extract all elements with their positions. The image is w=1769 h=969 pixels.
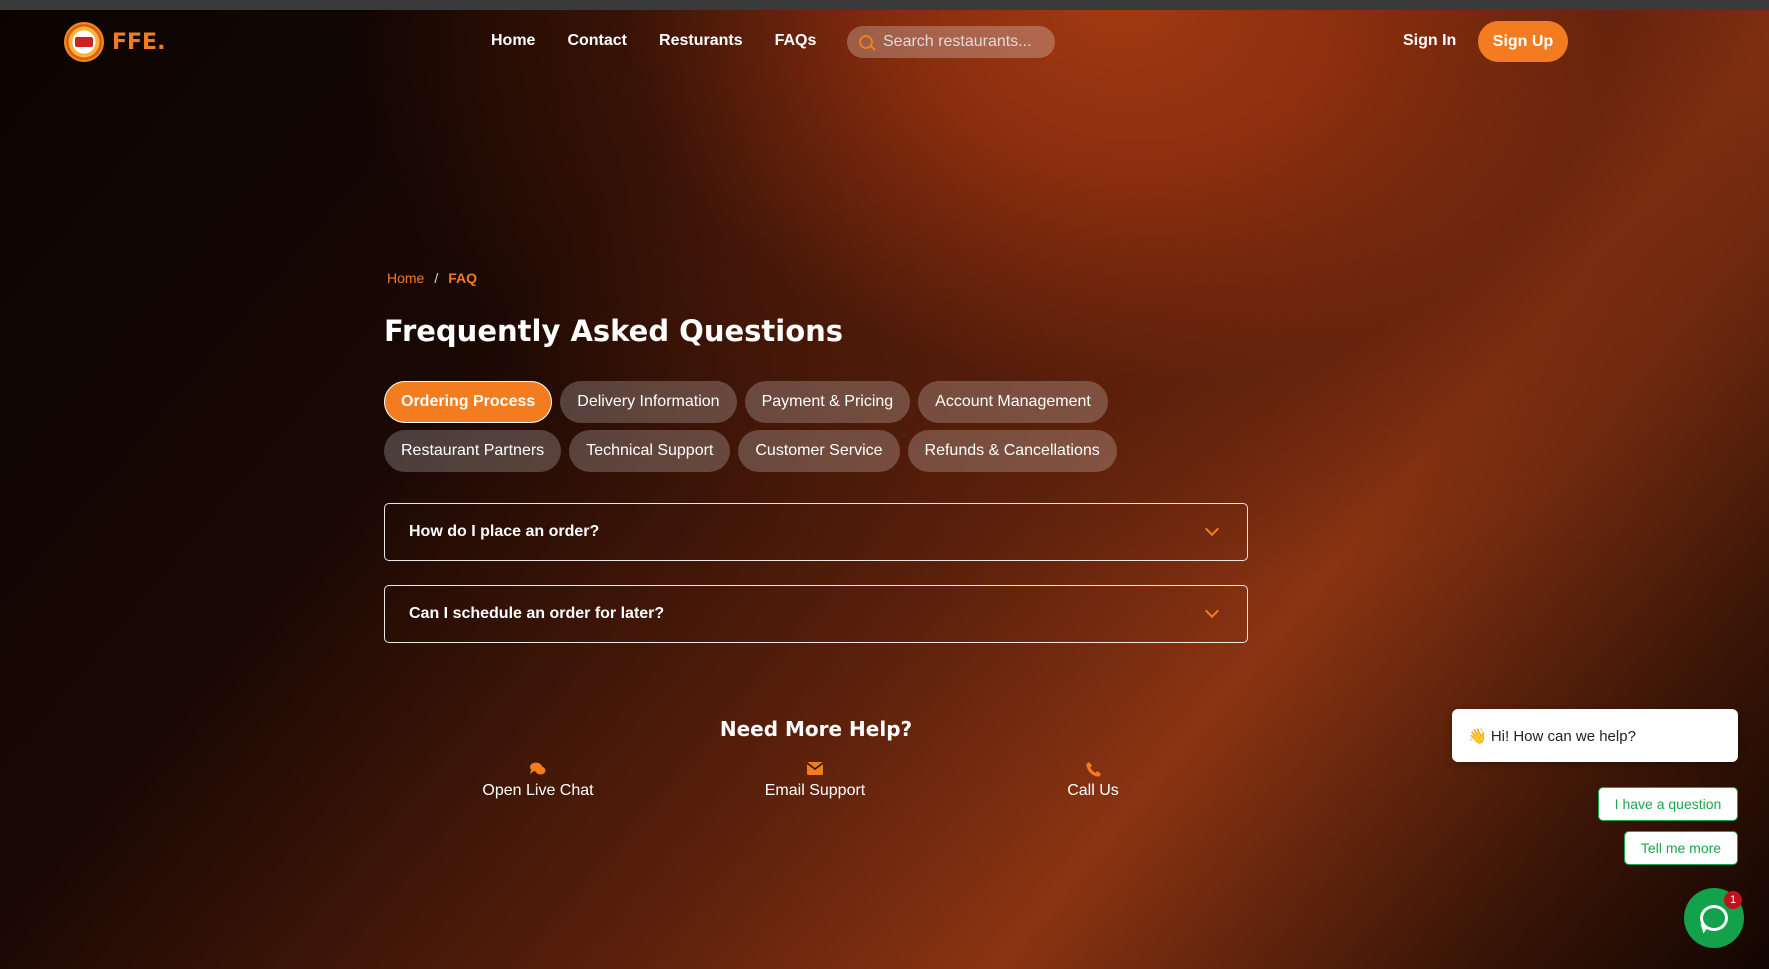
sign-in-link[interactable]: Sign In — [1403, 32, 1456, 50]
sign-up-button[interactable]: Sign Up — [1478, 21, 1568, 62]
breadcrumb-home[interactable]: Home — [387, 270, 424, 286]
help-title: Need More Help? — [719, 717, 913, 741]
brand-name: FFE. — [112, 29, 166, 55]
page-title: Frequently Asked Questions — [384, 314, 844, 348]
chat-bubble-icon — [1700, 905, 1728, 931]
nav-faqs[interactable]: FAQs — [775, 32, 817, 50]
tab-technical-support[interactable]: Technical Support — [569, 430, 731, 472]
chevron-down-icon — [1204, 521, 1220, 537]
email-support-option[interactable]: Email Support — [735, 762, 895, 800]
logo-badge-icon — [64, 22, 104, 62]
quick-reply-question[interactable]: I have a question — [1598, 787, 1738, 821]
search-bar — [847, 26, 1055, 58]
envelope-icon — [735, 762, 895, 776]
faq-question: How do I place an order? — [409, 523, 600, 540]
email-support-label: Email Support — [764, 782, 866, 799]
chat-greeting-text: 👋 Hi! How can we help? — [1468, 727, 1636, 745]
main-nav: Home Contact Resturants FAQs — [491, 32, 816, 50]
nav-home[interactable]: Home — [491, 32, 535, 50]
chevron-down-icon — [1204, 603, 1220, 619]
tab-ordering-process[interactable]: Ordering Process — [384, 381, 553, 423]
live-chat-label: Open Live Chat — [482, 782, 594, 799]
chat-greeting-bubble: 👋 Hi! How can we help? — [1452, 709, 1738, 762]
search-icon — [859, 35, 873, 49]
call-us-option[interactable]: Call Us — [1013, 762, 1173, 800]
faq-item[interactable]: How do I place an order? — [384, 503, 1248, 561]
unread-badge: 1 — [1724, 891, 1742, 909]
tab-restaurant-partners[interactable]: Restaurant Partners — [384, 430, 562, 472]
breadcrumb: Home / FAQ — [387, 270, 477, 286]
faq-question: Can I schedule an order for later? — [409, 605, 665, 622]
faq-item[interactable]: Can I schedule an order for later? — [384, 585, 1248, 643]
brand-logo[interactable]: FFE. — [64, 22, 165, 62]
breadcrumb-current: FAQ — [448, 270, 478, 286]
tab-delivery-information[interactable]: Delivery Information — [560, 381, 737, 423]
live-chat-option[interactable]: Open Live Chat — [458, 762, 618, 800]
browser-top-strip — [0, 0, 1769, 10]
tab-payment-pricing[interactable]: Payment & Pricing — [744, 381, 911, 423]
nav-contact[interactable]: Contact — [567, 32, 627, 50]
phone-icon — [1013, 762, 1173, 777]
nav-restaurants[interactable]: Resturants — [659, 32, 743, 50]
quick-reply-tell-more[interactable]: Tell me more — [1624, 831, 1738, 865]
tab-account-management[interactable]: Account Management — [918, 381, 1108, 423]
tab-refunds-cancellations[interactable]: Refunds & Cancellations — [907, 430, 1117, 472]
call-us-label: Call Us — [1067, 782, 1119, 799]
faq-category-tabs: Ordering Process Delivery Information Pa… — [384, 381, 1144, 472]
chat-icon — [458, 762, 618, 776]
search-input[interactable] — [883, 33, 1043, 51]
breadcrumb-separator: / — [434, 270, 439, 286]
tab-customer-service[interactable]: Customer Service — [738, 430, 900, 472]
